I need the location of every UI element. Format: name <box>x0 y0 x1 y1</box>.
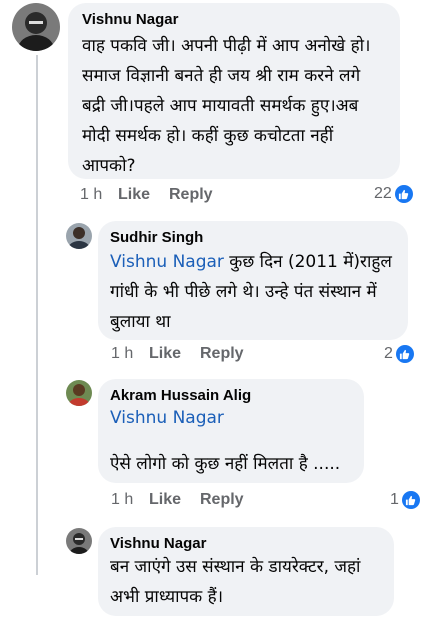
reply-button[interactable]: Reply <box>200 491 244 509</box>
comment-bubble: Vishnu Nagar वाह पकवि जी। अपनी पीढ़ी में… <box>68 3 400 179</box>
reaction-count: 1 <box>390 491 399 508</box>
reaction-summary[interactable]: 22 <box>374 185 413 203</box>
comment-text: Vishnu Nagar कुछ दिन (2011 में)राहुल गां… <box>110 247 396 337</box>
avatar[interactable] <box>12 3 60 51</box>
like-button[interactable]: Like <box>149 345 181 363</box>
avatar[interactable] <box>66 380 92 406</box>
avatar[interactable] <box>66 223 92 249</box>
reaction-count: 22 <box>374 185 392 202</box>
comment-author[interactable]: Akram Hussain Alig <box>110 387 352 404</box>
comment-actions: 1 h Like Reply <box>111 345 361 365</box>
like-button[interactable]: Like <box>149 491 181 509</box>
comment-bubble: Vishnu Nagar बन जाएंगे उस संस्थान के डाय… <box>98 527 394 616</box>
reaction-count: 2 <box>384 345 393 362</box>
thumbs-up-icon <box>395 345 414 363</box>
comment-time[interactable]: 1 h <box>80 186 102 204</box>
thread-line <box>36 55 38 575</box>
comment-time[interactable]: 1 h <box>111 491 133 509</box>
comment-text: ऐसे लोगो को कुछ नहीं मिलता है ..... <box>110 454 341 474</box>
mention-link[interactable]: Vishnu Nagar <box>110 252 224 272</box>
thumbs-up-icon <box>401 491 420 509</box>
avatar[interactable] <box>66 528 92 554</box>
comment-time[interactable]: 1 h <box>111 345 133 363</box>
comment-actions: 1 h Like Reply <box>111 491 361 511</box>
reply-button[interactable]: Reply <box>200 345 244 363</box>
reaction-summary[interactable]: 2 <box>384 345 414 363</box>
thumbs-up-icon <box>394 185 413 203</box>
comment-author[interactable]: Sudhir Singh <box>110 229 396 246</box>
like-button[interactable]: Like <box>118 186 150 204</box>
comment-author[interactable]: Vishnu Nagar <box>82 11 388 28</box>
comment-text: वाह पकवि जी। अपनी पीढ़ी में आप अनोखे हो।… <box>82 36 371 176</box>
comment-text: बन जाएंगे उस संस्थान के डायरेक्टर, जहां … <box>110 557 361 607</box>
reply-button[interactable]: Reply <box>169 186 213 204</box>
comment-bubble: Sudhir Singh Vishnu Nagar कुछ दिन (2011 … <box>98 221 408 340</box>
mention-link[interactable]: Vishnu Nagar <box>110 403 352 433</box>
comment-author[interactable]: Vishnu Nagar <box>110 535 382 552</box>
comment-actions: 1 h Like Reply <box>80 186 380 206</box>
reaction-summary[interactable]: 1 <box>390 491 420 509</box>
comment-bubble: Akram Hussain Alig Vishnu Nagar ऐसे लोगो… <box>98 379 364 483</box>
